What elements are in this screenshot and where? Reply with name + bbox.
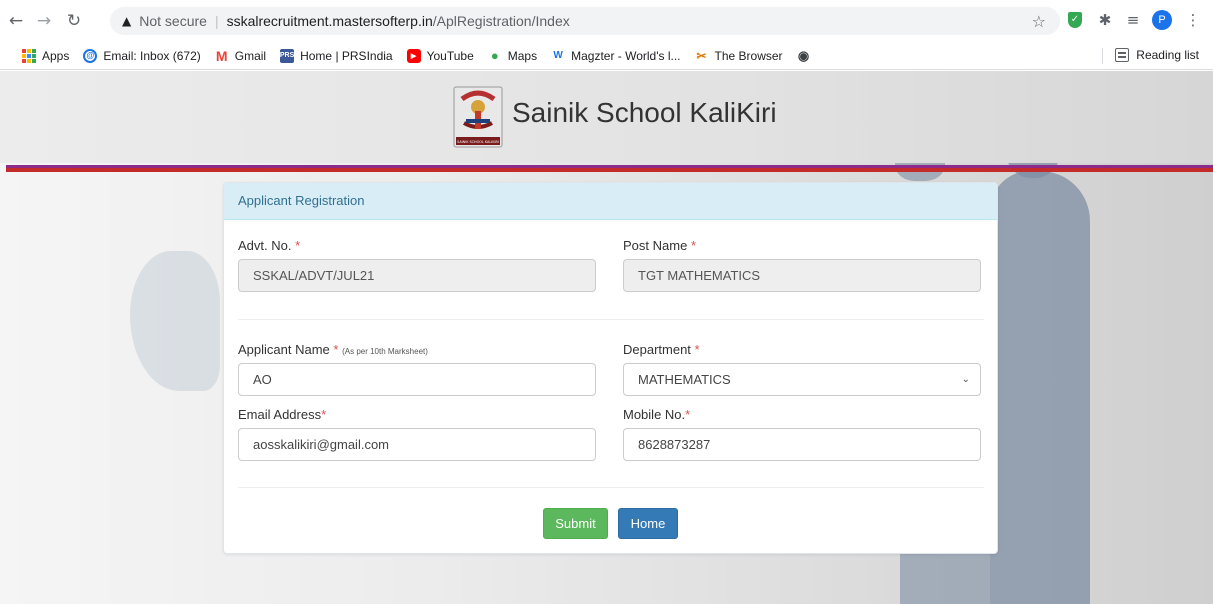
kebab-menu-icon[interactable]: ⋮ bbox=[1182, 9, 1204, 31]
url-host: sskalrecruitment.mastersofterp.in bbox=[226, 13, 433, 29]
submit-button[interactable]: Submit bbox=[543, 508, 608, 539]
shield-extension-icon[interactable]: ✓ bbox=[1064, 9, 1086, 31]
bookmark-label: Home | PRSIndia bbox=[300, 48, 393, 63]
advt-no-field: Advt. No. * SSKAL/ADVT/JUL21 bbox=[238, 238, 596, 292]
bookmark-maps[interactable]: ● Maps bbox=[487, 48, 538, 63]
email-input[interactable]: aosskalikiri@gmail.com bbox=[238, 428, 596, 461]
prs-icon: PRS bbox=[280, 48, 294, 63]
bookmark-email[interactable]: @ Email: Inbox (672) bbox=[83, 48, 201, 63]
page-viewport: SAINIK SCHOOL KALIKIRI Sainik School Kal… bbox=[0, 71, 1213, 604]
department-selected-value: MATHEMATICS bbox=[638, 372, 731, 387]
header-rule-red bbox=[6, 168, 1213, 172]
mobile-input[interactable]: 8628873287 bbox=[623, 428, 981, 461]
section-divider bbox=[238, 487, 984, 488]
bookmark-star-icon[interactable]: ☆ bbox=[1032, 12, 1046, 31]
bookmark-label: The Browser bbox=[714, 48, 783, 63]
applicant-name-field: Applicant Name * (As per 10th Marksheet)… bbox=[238, 342, 596, 396]
security-status[interactable]: Not secure bbox=[139, 13, 207, 29]
bookmarks-divider bbox=[1102, 48, 1103, 64]
media-control-icon[interactable]: ≡ bbox=[1122, 9, 1144, 31]
bookmark-label: Apps bbox=[42, 48, 70, 63]
bookmark-label: Magzter - World's l... bbox=[571, 48, 681, 63]
email-icon: @ bbox=[83, 48, 98, 63]
email-label: Email Address* bbox=[238, 407, 327, 422]
profile-initial: P bbox=[1152, 10, 1172, 30]
registration-panel: Applicant Registration Advt. No. * SSKAL… bbox=[223, 182, 998, 554]
required-mark: * bbox=[321, 407, 327, 422]
bookmark-label: Gmail bbox=[234, 48, 267, 63]
reading-list-icon bbox=[1115, 48, 1130, 62]
address-separator: | bbox=[214, 13, 219, 29]
youtube-icon: ▶ bbox=[406, 48, 421, 63]
magzter-icon: W bbox=[551, 48, 566, 63]
mobile-label: Mobile No.* bbox=[623, 407, 691, 422]
email-field: Email Address* aosskalikiri@gmail.com bbox=[238, 407, 596, 461]
applicant-name-input[interactable]: AO bbox=[238, 363, 596, 396]
applicant-name-label: Applicant Name * (As per 10th Marksheet) bbox=[238, 342, 428, 357]
address-bar[interactable]: ▲ Not secure | sskalrecruitment.masterso… bbox=[110, 7, 1060, 35]
profile-avatar[interactable]: P bbox=[1151, 9, 1173, 31]
required-mark: * bbox=[685, 407, 691, 422]
panel-heading: Applicant Registration bbox=[224, 183, 997, 220]
advt-no-label: Advt. No. * bbox=[238, 238, 301, 253]
applicant-name-note: (As per 10th Marksheet) bbox=[342, 347, 428, 356]
forward-arrow-icon[interactable]: → bbox=[32, 9, 56, 33]
bookmark-label: Email: Inbox (672) bbox=[103, 48, 201, 63]
browser-toolbar: ← → ↻ ▲ Not secure | sskalrecruitment.ma… bbox=[0, 0, 1213, 42]
bookmark-prsindia[interactable]: PRS Home | PRSIndia bbox=[280, 48, 393, 63]
bookmark-magzter[interactable]: W Magzter - World's l... bbox=[551, 48, 681, 63]
home-button[interactable]: Home bbox=[618, 508, 678, 539]
background-silhouette-person bbox=[990, 171, 1090, 604]
reload-icon[interactable]: ↻ bbox=[62, 9, 86, 33]
required-mark: * bbox=[333, 342, 339, 357]
required-mark: * bbox=[694, 342, 700, 357]
post-name-field: Post Name * TGT MATHEMATICS bbox=[623, 238, 981, 292]
site-title: Sainik School KaliKiri bbox=[512, 97, 777, 128]
the-browser-icon: ✂ bbox=[694, 48, 709, 63]
site-header: SAINIK SCHOOL KALIKIRI Sainik School Kal… bbox=[0, 71, 1213, 163]
bookmark-the-browser[interactable]: ✂ The Browser bbox=[694, 48, 783, 63]
reading-list-label: Reading list bbox=[1136, 48, 1199, 62]
globe-icon: ◉ bbox=[796, 47, 811, 63]
advt-no-input[interactable]: SSKAL/ADVT/JUL21 bbox=[238, 259, 596, 292]
url-path: /AplRegistration/Index bbox=[432, 13, 570, 29]
department-select[interactable]: MATHEMATICS ⌄ bbox=[623, 363, 981, 396]
bookmarks-bar: Apps @ Email: Inbox (672) M Gmail PRS Ho… bbox=[0, 42, 1213, 70]
apps-grid-icon bbox=[22, 48, 36, 63]
bookmark-youtube[interactable]: ▶ YouTube bbox=[406, 48, 474, 63]
department-field: Department * MATHEMATICS ⌄ bbox=[623, 342, 981, 396]
reading-list-button[interactable]: Reading list bbox=[1115, 48, 1199, 62]
required-mark: * bbox=[295, 238, 301, 253]
bookmark-label: Maps bbox=[507, 48, 538, 63]
bookmark-label: YouTube bbox=[426, 48, 474, 63]
post-name-label: Post Name * bbox=[623, 238, 696, 253]
section-divider bbox=[238, 319, 984, 320]
bookmark-apps[interactable]: Apps bbox=[22, 48, 70, 63]
mobile-field: Mobile No.* 8628873287 bbox=[623, 407, 981, 461]
school-logo: SAINIK SCHOOL KALIKIRI bbox=[453, 86, 503, 148]
maps-icon: ● bbox=[487, 48, 502, 63]
warning-triangle-icon[interactable]: ▲ bbox=[122, 14, 131, 28]
back-arrow-icon[interactable]: ← bbox=[4, 9, 28, 33]
extensions-puzzle-icon[interactable]: ✱ bbox=[1094, 9, 1116, 31]
department-label: Department * bbox=[623, 342, 700, 357]
post-name-input[interactable]: TGT MATHEMATICS bbox=[623, 259, 981, 292]
background-silhouette-left bbox=[130, 251, 220, 391]
bookmark-globe[interactable]: ◉ bbox=[796, 47, 817, 63]
gmail-icon: M bbox=[214, 47, 229, 64]
chevron-down-icon: ⌄ bbox=[961, 374, 970, 385]
required-mark: * bbox=[690, 238, 696, 253]
bookmark-gmail[interactable]: M Gmail bbox=[214, 47, 267, 64]
logo-caption: SAINIK SCHOOL KALIKIRI bbox=[457, 140, 499, 144]
